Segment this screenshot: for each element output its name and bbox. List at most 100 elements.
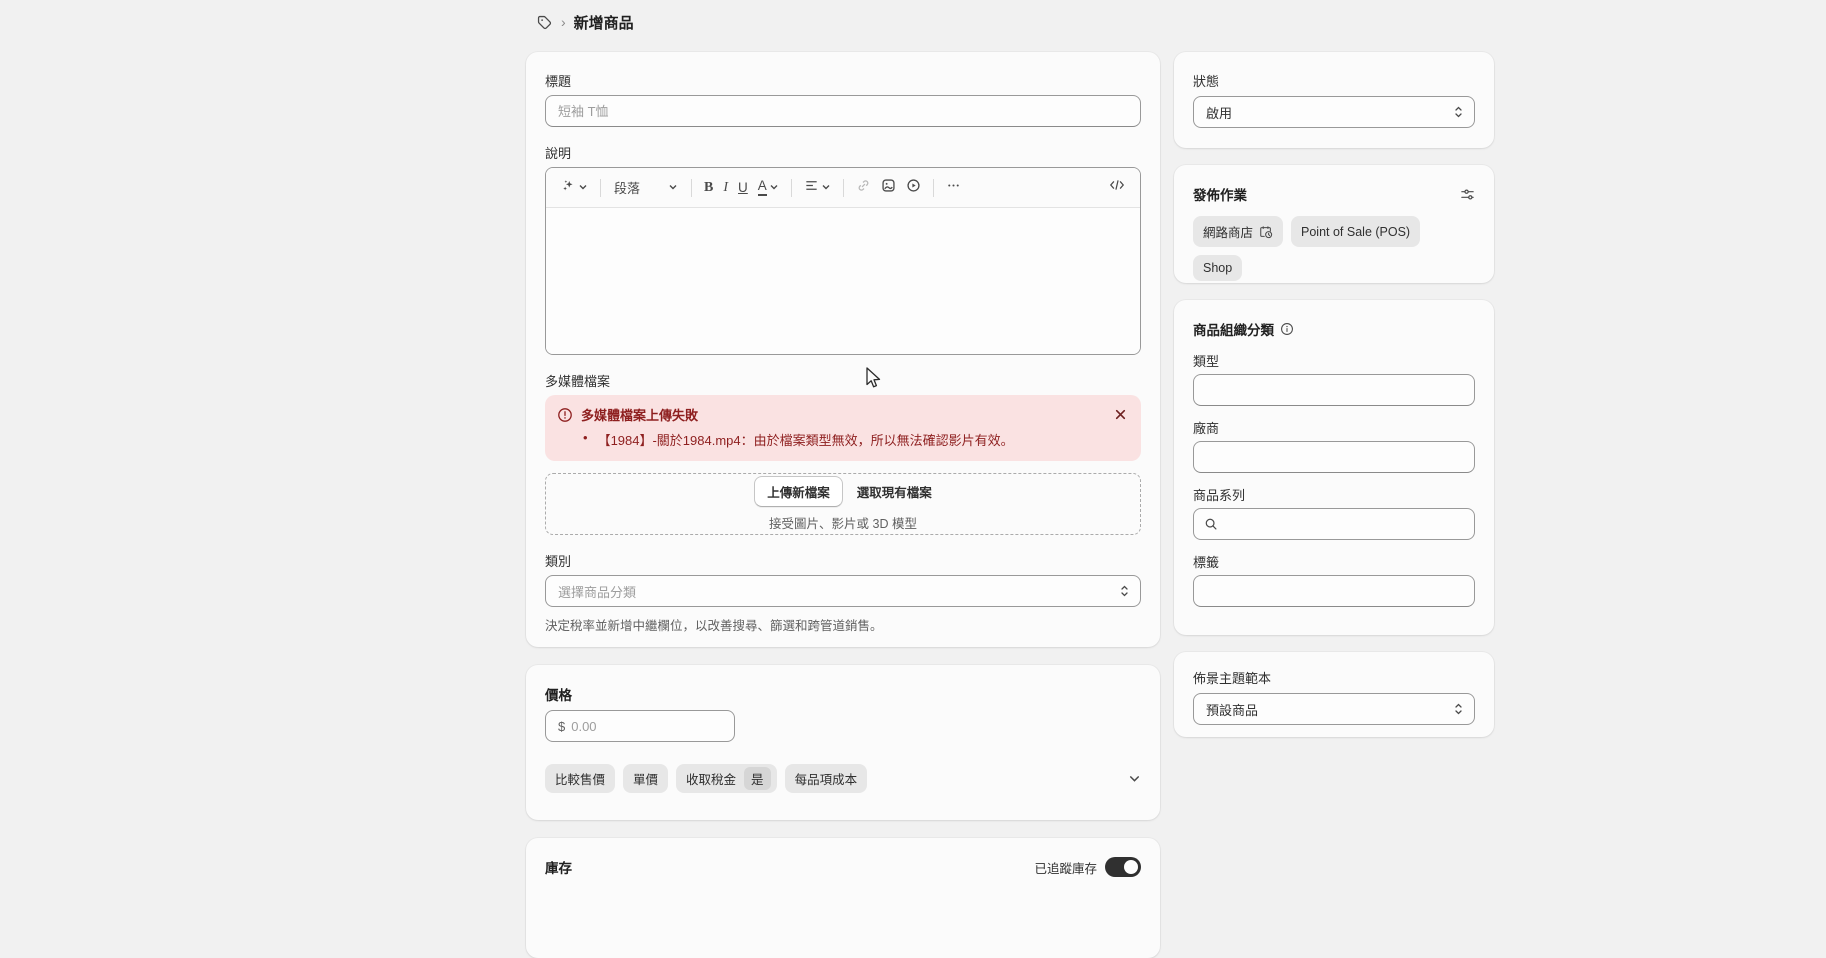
channel-online-store-chip[interactable]: 網路商店 — [1193, 216, 1283, 247]
toolbar-divider — [600, 179, 601, 197]
vendor-field: 廠商 — [1193, 418, 1475, 473]
channel-label: Shop — [1203, 261, 1232, 275]
select-chevrons-icon — [1453, 105, 1464, 119]
type-field: 類型 — [1193, 351, 1475, 406]
collections-input[interactable] — [1224, 517, 1464, 532]
cost-per-item-pill[interactable]: 每品項成本 — [785, 764, 868, 793]
chevron-down-icon — [821, 179, 831, 197]
toolbar-divider — [791, 179, 792, 197]
category-help-text: 決定稅率並新增中繼欄位，以改善搜尋、篩選和跨管道銷售。 — [545, 615, 1141, 634]
publishing-card: 發佈作業 網路商店 — [1174, 165, 1494, 283]
category-label: 類別 — [545, 551, 1141, 570]
upload-new-file-button[interactable]: 上傳新檔案 — [754, 476, 843, 507]
vendor-input[interactable] — [1193, 441, 1475, 473]
insert-link-button[interactable] — [851, 174, 876, 202]
theme-template-value: 預設商品 — [1206, 700, 1453, 719]
category-select-value: 選擇商品分類 — [558, 582, 1119, 601]
add-product-page: › 新增商品 標題 說明 — [0, 0, 1826, 890]
ai-magic-button[interactable] — [556, 174, 593, 202]
paragraph-style-select[interactable]: 段落 — [608, 174, 684, 201]
manage-channels-icon[interactable] — [1460, 187, 1475, 202]
error-detail-text: 【1984】-關於1984.mp4：由於檔案類型無效，所以無法確認影片有效。 — [598, 430, 1014, 449]
status-select[interactable]: 啟用 — [1193, 96, 1475, 128]
inventory-tracked-label: 已追蹤庫存 — [1034, 858, 1097, 877]
channel-label: Point of Sale (POS) — [1301, 225, 1410, 239]
organization-title: 商品組織分類 — [1193, 319, 1274, 339]
more-options-button[interactable] — [941, 174, 966, 202]
video-play-icon — [906, 178, 921, 198]
type-label: 類型 — [1193, 351, 1475, 370]
charge-tax-pill[interactable]: 收取稅金 是 — [676, 764, 777, 793]
bullet-icon: • — [583, 430, 588, 449]
theme-template-select[interactable]: 預設商品 — [1193, 693, 1475, 725]
price-field[interactable]: $ — [545, 710, 735, 742]
paragraph-select-label: 段落 — [614, 178, 640, 197]
product-organization-card: 商品組織分類 類型 廠商 商品系列 — [1174, 300, 1494, 635]
title-label: 標題 — [545, 71, 1141, 90]
theme-template-card: 佈景主題範本 預設商品 — [1174, 652, 1494, 737]
italic-button[interactable]: I — [718, 176, 733, 200]
description-label: 說明 — [545, 143, 1141, 162]
select-chevrons-icon — [1453, 702, 1464, 716]
channel-shop-chip[interactable]: Shop — [1193, 255, 1242, 281]
chevron-down-icon[interactable] — [1128, 772, 1141, 785]
breadcrumb-chevron-icon: › — [561, 14, 566, 30]
alignment-button[interactable] — [799, 174, 836, 202]
sales-channels-list: 網路商店 Point of Sale (POS) Shop — [1193, 216, 1475, 281]
inventory-tracked-toggle[interactable] — [1105, 857, 1141, 877]
inventory-title: 庫存 — [545, 857, 572, 877]
code-icon — [1109, 178, 1125, 197]
chevron-down-icon — [578, 179, 588, 197]
bold-button[interactable]: B — [699, 176, 718, 200]
media-dropzone[interactable]: 上傳新檔案 選取現有檔案 接受圖片、影片或 3D 模型 — [545, 473, 1141, 535]
charge-tax-label: 收取稅金 — [686, 769, 736, 788]
product-title-input[interactable] — [545, 95, 1141, 127]
toolbar-divider — [691, 179, 692, 197]
tags-field: 標籤 — [1193, 552, 1475, 607]
collections-label: 商品系列 — [1193, 485, 1475, 504]
ellipsis-icon — [946, 178, 961, 198]
select-chevrons-icon — [1119, 584, 1130, 598]
search-icon — [1204, 517, 1218, 531]
editor-toolbar: 段落 B I U A — [546, 168, 1140, 208]
align-left-icon — [804, 178, 819, 198]
insert-image-button[interactable] — [876, 174, 901, 202]
image-icon — [881, 178, 896, 198]
unit-price-pill[interactable]: 單價 — [623, 764, 668, 793]
inventory-card: 庫存 已追蹤庫存 — [526, 838, 1160, 958]
pricing-title: 價格 — [545, 684, 1141, 704]
show-html-button[interactable] — [1104, 174, 1130, 201]
pricing-card: 價格 $ 比較售價 單價 收取稅金 是 每品項成本 — [526, 665, 1160, 820]
rich-text-editor: 段落 B I U A — [545, 167, 1141, 355]
toggle-knob — [1124, 860, 1138, 874]
media-upload-error-banner: 多媒體檔案上傳失敗 • 【1984】-關於1984.mp4：由於檔案類型無效，所… — [545, 395, 1141, 461]
price-input[interactable] — [571, 719, 691, 734]
chevron-down-icon — [769, 179, 779, 197]
channel-label: 網路商店 — [1203, 222, 1253, 241]
status-select-value: 啟用 — [1206, 103, 1453, 122]
type-input[interactable] — [1193, 374, 1475, 406]
info-icon[interactable] — [1280, 322, 1294, 336]
close-icon[interactable] — [1112, 406, 1129, 423]
category-select[interactable]: 選擇商品分類 — [545, 575, 1141, 607]
toolbar-divider — [843, 179, 844, 197]
schedule-icon — [1259, 225, 1273, 239]
chevron-down-icon — [668, 180, 678, 195]
dropzone-hint: 接受圖片、影片或 3D 模型 — [769, 513, 917, 532]
vendor-label: 廠商 — [1193, 418, 1475, 437]
toolbar-divider — [933, 179, 934, 197]
insert-video-button[interactable] — [901, 174, 926, 202]
underline-button[interactable]: U — [733, 176, 753, 199]
tag-icon[interactable] — [536, 14, 553, 31]
compare-at-price-pill[interactable]: 比較售價 — [545, 764, 615, 793]
breadcrumb: › 新增商品 — [536, 12, 634, 33]
description-textarea[interactable] — [546, 208, 1140, 354]
text-color-button[interactable]: A — [753, 175, 784, 201]
tags-label: 標籤 — [1193, 552, 1475, 571]
product-details-card: 標題 說明 — [526, 52, 1160, 647]
media-label: 多媒體檔案 — [545, 371, 1141, 390]
tags-input[interactable] — [1193, 575, 1475, 607]
channel-pos-chip[interactable]: Point of Sale (POS) — [1291, 216, 1420, 247]
currency-prefix: $ — [558, 719, 565, 734]
select-existing-file-button[interactable]: 選取現有檔案 — [857, 482, 932, 501]
